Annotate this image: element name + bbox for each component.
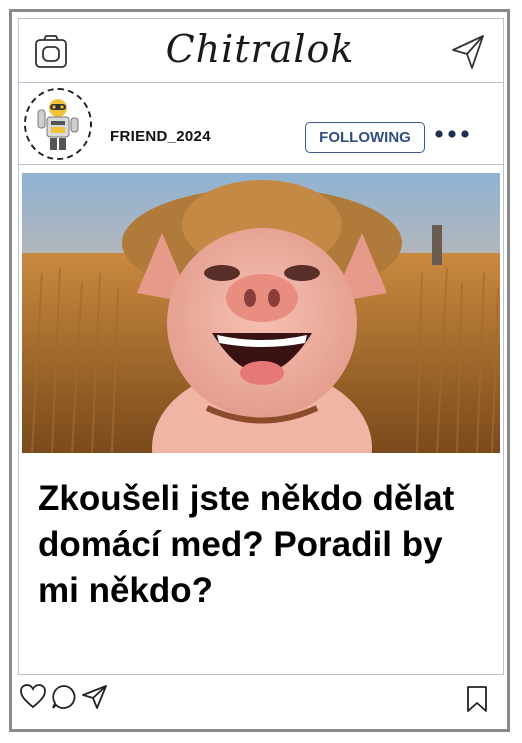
username[interactable]: FRIEND_2024	[110, 128, 211, 145]
divider	[18, 164, 504, 165]
heart-icon[interactable]	[19, 683, 47, 709]
avatar[interactable]	[24, 88, 92, 160]
following-button[interactable]: FOLLOWING	[305, 122, 425, 153]
app-brand: Chitralok	[165, 27, 355, 71]
post-image[interactable]	[22, 173, 500, 453]
divider	[18, 82, 504, 83]
bookmark-icon[interactable]	[465, 685, 489, 713]
share-icon[interactable]	[81, 684, 108, 710]
send-icon[interactable]	[450, 33, 486, 71]
camera-icon[interactable]	[34, 33, 68, 69]
comment-icon[interactable]	[51, 684, 77, 710]
post-caption: Zkoušeli jste někdo dělat domácí med? Po…	[38, 479, 455, 610]
more-dots-icon[interactable]	[434, 126, 472, 142]
